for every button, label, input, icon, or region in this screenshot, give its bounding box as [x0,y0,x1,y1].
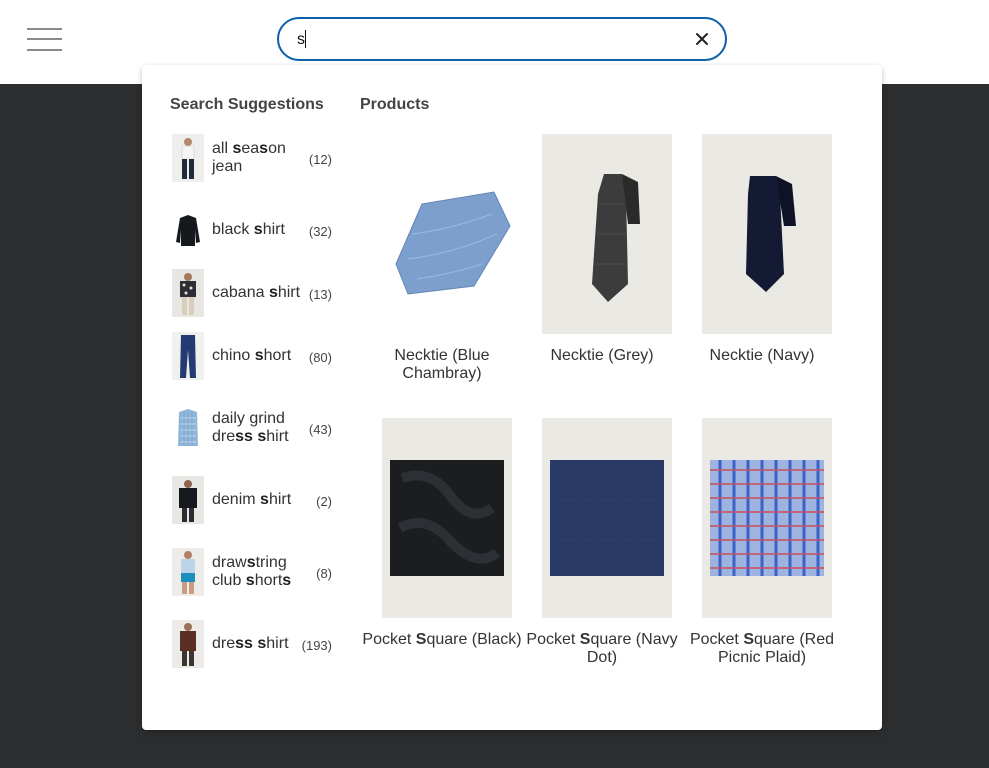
suggestion-label: dress shirt [212,635,289,652]
suggestion-label: all season jean [212,140,286,175]
hamburger-menu-icon[interactable] [27,27,63,53]
product-name: Pocket Square (Navy Dot) [526,631,678,666]
suggestion-thumbnail [172,404,204,452]
product-name: Pocket Square (Red Picnic Plaid) [689,631,835,666]
product-image [702,134,832,334]
suggestion-count: (8) [316,566,332,581]
suggestion-item[interactable]: dress shirt (193) [170,620,340,668]
product-image [702,418,832,618]
suggestion-label: chino short [212,347,292,364]
suggestion-thumbnail [172,269,204,317]
suggestion-thumbnail [172,476,204,524]
suggestions-heading: Search Suggestions [170,96,324,113]
product-card[interactable]: Pocket Square (Navy Dot) [521,418,681,698]
suggestion-item[interactable]: all season jean (12) [170,134,340,182]
product-image [382,134,512,334]
product-card[interactable]: Necktie (Blue Chambray) [361,134,521,394]
product-image [542,134,672,334]
suggestion-item[interactable]: drawstring club shorts (8) [170,548,340,596]
suggestion-label: cabana shirt [212,284,301,301]
search-box[interactable] [277,17,727,61]
products-heading: Products [360,96,430,113]
suggestion-thumbnail [172,332,204,380]
suggestion-label: daily grind dress shirt [212,410,289,445]
product-name: Necktie (Blue Chambray) [394,347,490,382]
suggestion-count: (2) [316,494,332,509]
suggestion-thumbnail [172,134,204,182]
product-card[interactable]: Necktie (Navy) [681,134,841,394]
product-card[interactable]: Pocket Square (Black) [361,418,522,698]
suggestion-label: black shirt [212,221,285,238]
suggestion-item[interactable]: black shirt (32) [170,206,340,254]
suggestion-count: (43) [308,422,332,437]
product-name: Necktie (Navy) [709,347,815,364]
suggestion-item[interactable]: daily grind dress shirt (43) [170,404,340,452]
suggestion-thumbnail [172,620,204,668]
suggestion-count: (32) [308,224,332,239]
product-card[interactable]: Necktie (Grey) [521,134,681,394]
text-caret [305,30,306,48]
product-name: Necktie (Grey) [550,347,654,364]
hamburger-line [27,38,62,40]
product-name: Pocket Square (Black) [362,631,522,648]
suggestion-label: drawstring club shorts [212,554,292,589]
hamburger-line [27,28,62,30]
suggestion-count: (80) [308,350,332,365]
suggestion-item[interactable]: chino short (80) [170,332,340,380]
close-icon [696,33,708,45]
suggestion-count: (13) [308,287,332,302]
suggestion-count: (193) [301,638,332,653]
search-dropdown-panel: Search Suggestions Products all season j… [142,65,882,730]
product-image [382,418,512,618]
suggestion-thumbnail [172,548,204,596]
suggestion-count: (12) [308,152,332,167]
suggestion-item[interactable]: denim shirt (2) [170,476,340,524]
hamburger-line [27,49,62,51]
product-card[interactable]: Pocket Square (Red Picnic Plaid) [681,418,841,718]
product-image [542,418,672,618]
suggestion-label: denim shirt [212,491,292,508]
clear-search-button[interactable] [692,29,712,49]
suggestion-item[interactable]: cabana shirt (13) [170,269,340,317]
suggestion-thumbnail [172,206,204,254]
search-input[interactable] [297,29,677,51]
